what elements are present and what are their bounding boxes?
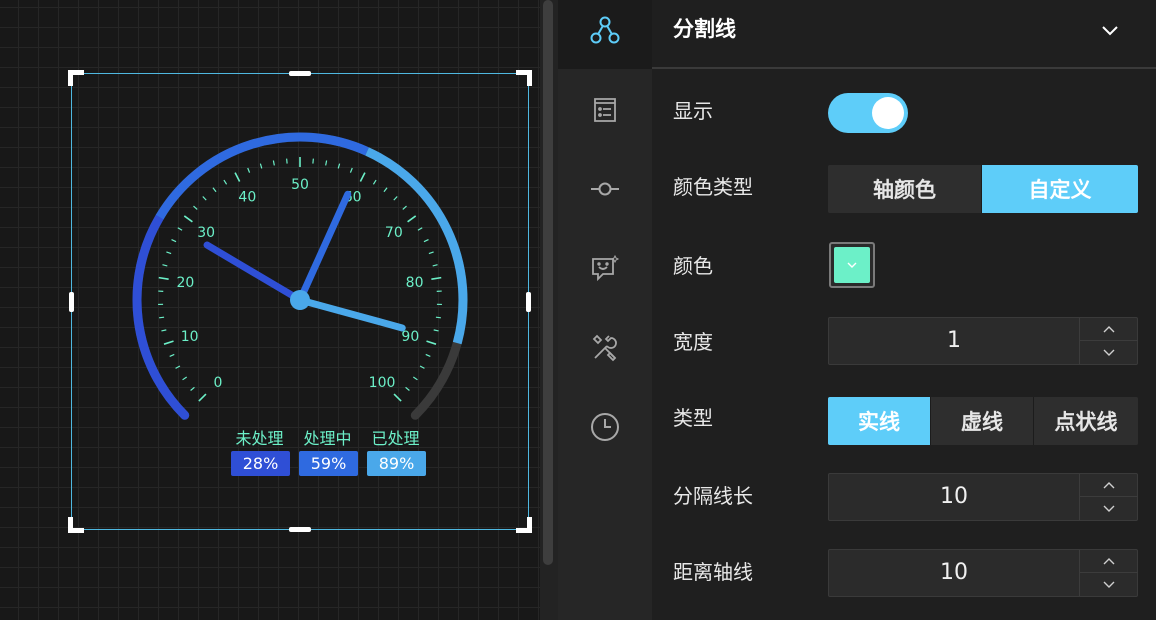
line-type-option-solid[interactable]: 实线 [828, 397, 931, 445]
increment-button[interactable] [1080, 550, 1138, 573]
line-type-label: 类型 [673, 406, 713, 430]
decrement-button[interactable] [1080, 341, 1138, 364]
canvas-scrollbar[interactable] [543, 0, 553, 565]
chevron-down-icon [1103, 581, 1115, 588]
resize-handle-left[interactable] [69, 292, 74, 312]
toggle-knob [872, 97, 904, 129]
panel-header[interactable]: 分割线 [652, 0, 1156, 69]
line-type-selector: 实线 虚线 点状线 [828, 397, 1138, 445]
stepper-arrows [1079, 318, 1138, 364]
chevron-down-icon [1103, 349, 1115, 356]
resize-handle-bottom-right[interactable] [516, 517, 532, 533]
decrement-button[interactable] [1080, 497, 1138, 520]
axis-distance-stepper[interactable]: 10 [828, 549, 1138, 597]
split-length-stepper[interactable]: 10 [828, 473, 1138, 521]
resize-handle-top-left[interactable] [68, 70, 84, 86]
network-icon[interactable] [587, 12, 623, 48]
chevron-down-icon[interactable] [1098, 18, 1122, 42]
list-icon[interactable] [587, 92, 623, 128]
settings-icon-rail [558, 0, 652, 620]
resize-handle-bottom-left[interactable] [68, 517, 84, 533]
resize-handle-right[interactable] [526, 292, 531, 312]
color-picker[interactable] [829, 242, 875, 288]
selection-box[interactable] [68, 70, 532, 533]
axis-distance-label: 距离轴线 [673, 560, 753, 584]
decrement-button[interactable] [1080, 573, 1138, 596]
chevron-up-icon [1103, 326, 1115, 333]
split-length-label: 分隔线长 [673, 484, 753, 508]
line-type-option-dashed[interactable]: 虚线 [931, 397, 1034, 445]
stepper-arrows [1079, 474, 1138, 520]
increment-button[interactable] [1080, 318, 1138, 341]
chevron-down-icon [847, 262, 857, 268]
chevron-up-icon [1103, 482, 1115, 489]
panel-title: 分割线 [673, 17, 736, 41]
color-type-option-axis[interactable]: 轴颜色 [828, 165, 982, 213]
clock-icon[interactable] [587, 409, 623, 445]
color-swatch-fill [834, 247, 870, 283]
resize-handle-top-right[interactable] [516, 70, 532, 86]
resize-handle-bottom[interactable] [289, 527, 311, 532]
tools-icon[interactable] [587, 330, 623, 366]
width-value[interactable]: 1 [829, 318, 1079, 364]
tooltip-icon[interactable] [587, 250, 623, 286]
color-label: 颜色 [673, 254, 713, 278]
color-type-selector: 轴颜色 自定义 [828, 165, 1138, 213]
axis-distance-value[interactable]: 10 [829, 550, 1079, 596]
show-label: 显示 [673, 99, 713, 123]
axis-line-icon[interactable] [587, 171, 623, 207]
settings-panel: 分割线 显示 颜色类型 轴颜色 自定义 颜色 宽度 1 类型 实线 虚线 点状线… [652, 0, 1156, 620]
chevron-down-icon [1103, 505, 1115, 512]
color-type-label: 颜色类型 [673, 175, 753, 199]
editor-canvas[interactable]: 0 10 20 30 40 50 60 70 80 90 100 未处理 28% 处理中 59% 已处理 89% [0, 0, 540, 620]
resize-handle-top[interactable] [289, 71, 311, 76]
show-toggle[interactable] [828, 93, 908, 133]
color-type-option-custom[interactable]: 自定义 [982, 165, 1138, 213]
increment-button[interactable] [1080, 474, 1138, 497]
split-length-value[interactable]: 10 [829, 474, 1079, 520]
chevron-up-icon [1103, 558, 1115, 565]
width-label: 宽度 [673, 330, 713, 354]
stepper-arrows [1079, 550, 1138, 596]
line-type-option-dotted[interactable]: 点状线 [1034, 397, 1138, 445]
width-stepper[interactable]: 1 [828, 317, 1138, 365]
